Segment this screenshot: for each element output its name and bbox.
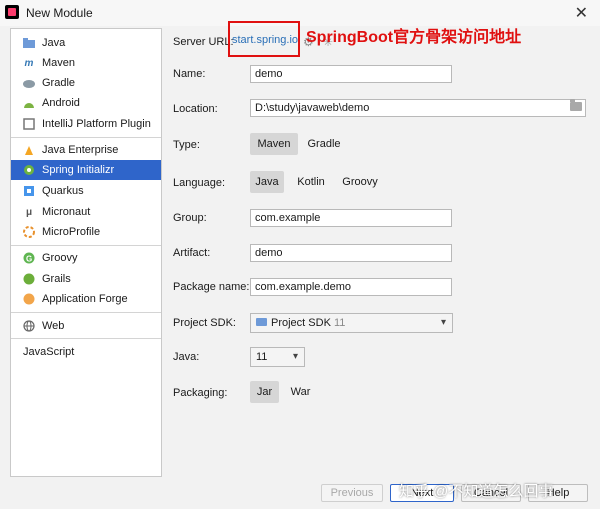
- sdk-folder-icon: [256, 318, 267, 326]
- group-label: Group:: [173, 212, 207, 224]
- zhihu-watermark: 知乎 @不知道怎么回事: [399, 483, 554, 500]
- window-title: New Module: [26, 6, 93, 20]
- annotation-text: SpringBoot官方骨架访问地址: [306, 29, 522, 46]
- maven-icon: m: [24, 57, 34, 69]
- groovy-icon: G: [23, 252, 35, 264]
- micronaut-icon: μ: [25, 206, 33, 218]
- language-option-kotlin[interactable]: Kotlin: [290, 171, 332, 193]
- chevron-down-icon: ▾: [440, 317, 446, 328]
- java-version-select[interactable]: 11 ▾: [250, 347, 305, 367]
- language-option-groovy[interactable]: Groovy: [338, 171, 382, 193]
- forge-icon: [23, 293, 35, 305]
- plugin-icon: [23, 118, 35, 130]
- packaging-label: Packaging:: [173, 387, 228, 399]
- project-sdk-select[interactable]: Project SDK 11 ▾: [250, 313, 453, 333]
- browse-folder-icon[interactable]: [570, 99, 582, 111]
- location-field[interactable]: D:\study\javaweb\demo: [250, 99, 586, 117]
- java-folder-icon: [23, 37, 35, 49]
- chevron-down-icon: ▾: [292, 351, 298, 362]
- module-type-list: Java m Maven Gradle Android IntelliJ Pla…: [10, 28, 162, 477]
- sidebar-item-web[interactable]: Web: [11, 316, 161, 336]
- java-enterprise-icon: [23, 144, 35, 156]
- group-field[interactable]: com.example: [250, 209, 452, 227]
- sidebar-item-java-enterprise[interactable]: Java Enterprise: [11, 140, 161, 160]
- type-label: Type:: [173, 139, 200, 151]
- server-url-link[interactable]: start.spring.io: [232, 34, 298, 46]
- sidebar-item-spring-initializr[interactable]: Spring Initializr: [11, 160, 161, 180]
- type-option-gradle[interactable]: Gradle: [302, 133, 346, 155]
- sidebar-item-groovy[interactable]: G Groovy: [11, 248, 161, 268]
- spring-icon: [23, 164, 35, 176]
- grails-icon: [23, 273, 35, 285]
- gradle-icon: [23, 77, 35, 89]
- language-label: Language:: [173, 177, 225, 189]
- sidebar-item-javascript[interactable]: JavaScript: [11, 342, 161, 362]
- project-sdk-label: Project SDK:: [173, 317, 236, 329]
- android-icon: [23, 97, 35, 109]
- type-option-maven[interactable]: Maven: [250, 133, 298, 155]
- divider: [11, 137, 161, 138]
- sidebar-item-quarkus[interactable]: Quarkus: [11, 181, 161, 201]
- divider: [11, 245, 161, 246]
- java-version-label: Java:: [173, 351, 200, 363]
- sidebar-item-micronaut[interactable]: μ Micronaut: [11, 202, 161, 222]
- sidebar-item-gradle[interactable]: Gradle: [11, 73, 161, 93]
- location-label: Location:: [173, 103, 218, 115]
- package-name-field[interactable]: com.example.demo: [250, 278, 452, 296]
- sidebar-item-intellij-plugin[interactable]: IntelliJ Platform Plugin: [11, 114, 161, 134]
- sidebar-item-java[interactable]: Java: [11, 33, 161, 53]
- packaging-option-jar[interactable]: Jar: [250, 381, 279, 403]
- artifact-field[interactable]: demo: [250, 244, 452, 262]
- intellij-app-icon: [5, 5, 19, 19]
- sidebar-item-grails[interactable]: Grails: [11, 269, 161, 289]
- package-name-label: Package name:: [173, 281, 250, 293]
- artifact-label: Artifact:: [173, 247, 211, 259]
- close-icon[interactable]: ✕: [575, 3, 588, 23]
- web-globe-icon: [23, 320, 35, 332]
- language-option-java[interactable]: Java: [250, 171, 284, 193]
- quarkus-icon: [23, 185, 35, 197]
- sidebar-item-maven[interactable]: m Maven: [11, 53, 161, 73]
- svg-text:G: G: [26, 255, 32, 264]
- name-label: Name:: [173, 68, 206, 80]
- divider: [11, 312, 161, 313]
- previous-button[interactable]: Previous: [321, 484, 383, 502]
- sidebar-item-android[interactable]: Android: [11, 93, 161, 113]
- name-field[interactable]: demo: [250, 65, 452, 83]
- packaging-option-war[interactable]: War: [284, 381, 317, 403]
- microprofile-icon: [23, 226, 35, 238]
- server-url-label: Server URL:: [173, 36, 234, 48]
- sidebar-item-application-forge[interactable]: Application Forge: [11, 289, 161, 309]
- divider: [11, 338, 161, 339]
- sidebar-item-microprofile[interactable]: MicroProfile: [11, 222, 161, 242]
